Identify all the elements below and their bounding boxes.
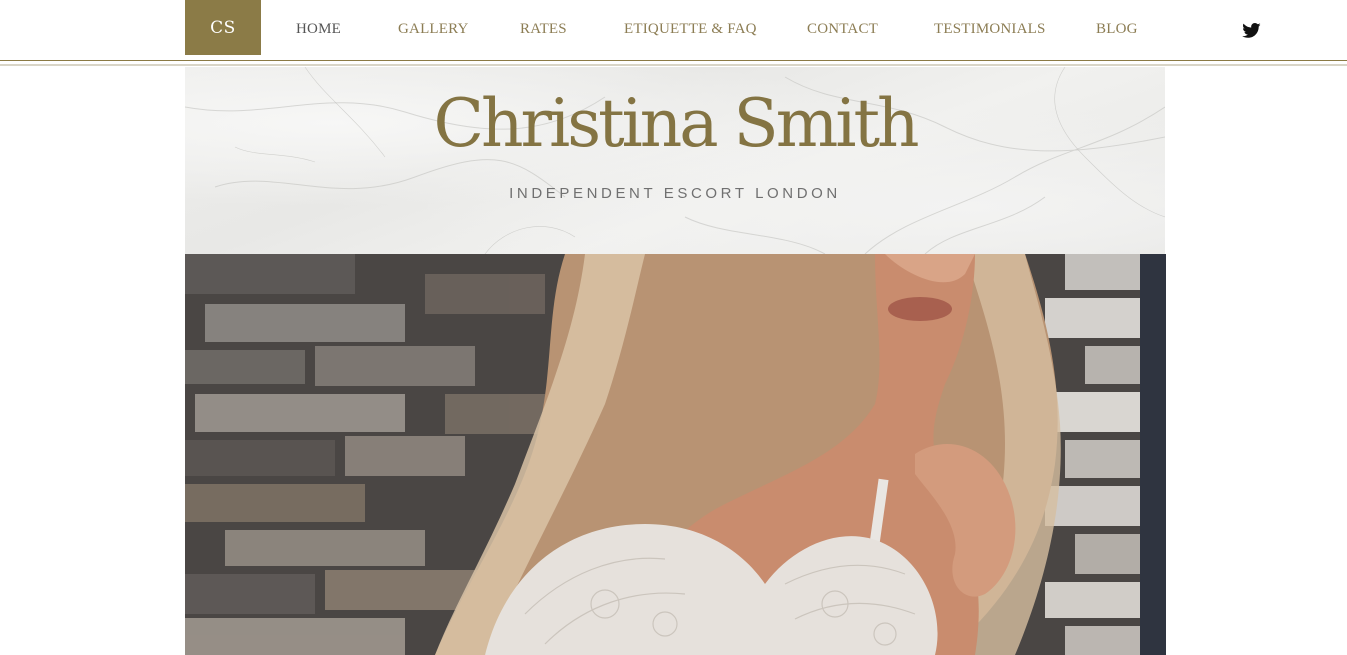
nav-item-gallery[interactable]: GALLERY xyxy=(398,21,469,38)
nav-item-blog[interactable]: BLOG xyxy=(1096,21,1138,38)
header-rule xyxy=(0,60,1347,61)
nav-item-etiquette-faq[interactable]: ETIQUETTE & FAQ xyxy=(624,21,757,38)
title-banner: Christina Smith INDEPENDENT ESCORT LONDO… xyxy=(185,67,1165,254)
site-header: CS HOME GALLERY RATES ETIQUETTE & FAQ CO… xyxy=(0,0,1347,67)
site-title: Christina Smith xyxy=(433,85,920,162)
hero-photo xyxy=(185,254,1166,655)
logo-text: CS xyxy=(210,17,236,38)
logo-button[interactable]: CS xyxy=(185,0,261,55)
nav-item-rates[interactable]: RATES xyxy=(520,21,567,38)
hero-image xyxy=(185,254,1166,655)
nav-item-testimonials[interactable]: TESTIMONIALS xyxy=(934,21,1046,38)
nav-item-contact[interactable]: CONTACT xyxy=(807,21,878,38)
site-tagline: INDEPENDENT ESCORT LONDON xyxy=(509,185,841,202)
twitter-icon[interactable] xyxy=(1241,21,1262,41)
nav-item-home[interactable]: HOME xyxy=(296,21,341,38)
header-rule-shadow xyxy=(0,64,1347,66)
